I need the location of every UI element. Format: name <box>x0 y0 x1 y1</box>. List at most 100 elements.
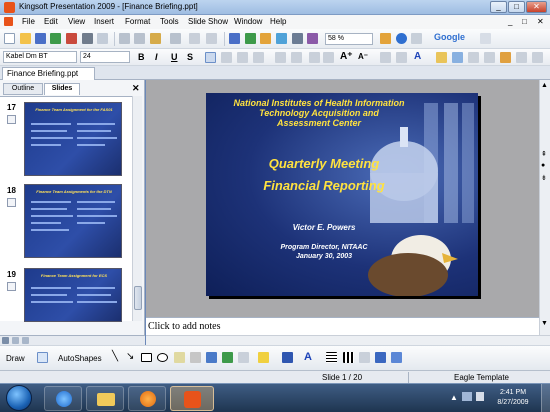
find-icon[interactable] <box>380 33 391 44</box>
line-style-icon[interactable] <box>326 352 337 363</box>
next-slide-icon[interactable]: ⇟ <box>541 174 547 182</box>
preview-icon[interactable] <box>97 33 108 44</box>
align-left-icon[interactable] <box>205 52 216 63</box>
open-icon[interactable] <box>20 33 31 44</box>
increase-font-icon[interactable]: A⁺ <box>340 51 353 62</box>
start-button[interactable] <box>6 385 32 411</box>
slide-thumbnail[interactable]: Finance Team Assignments for the DTN <box>24 184 122 258</box>
kingsoft-presentation-task[interactable] <box>170 386 214 411</box>
prev-slide-icon[interactable]: ⇞ <box>541 150 547 158</box>
thumbnail-scroll-thumb[interactable] <box>134 286 142 310</box>
animation-icon[interactable] <box>484 52 495 63</box>
menu-close-icon[interactable]: ✕ <box>537 17 544 26</box>
textbox-icon[interactable] <box>174 352 185 363</box>
numbering-icon[interactable] <box>275 52 286 63</box>
menu-minimize-icon[interactable]: _ <box>508 17 512 26</box>
autoshapes-button[interactable]: AutoShapes <box>58 354 102 363</box>
rectangle-icon[interactable] <box>141 353 152 362</box>
notes-field[interactable]: Click to add notes <box>146 317 539 335</box>
internet-explorer-icon[interactable] <box>44 386 82 411</box>
system-clock[interactable]: 2:41 PM 8/27/2009 <box>488 388 538 408</box>
insert-picture-icon[interactable] <box>276 33 287 44</box>
chart-icon[interactable] <box>260 33 271 44</box>
text-direction-icon[interactable] <box>396 52 407 63</box>
3d-style-icon[interactable] <box>391 352 402 363</box>
tab-slides[interactable]: Slides <box>44 83 80 95</box>
bold-button[interactable]: B <box>138 52 145 62</box>
document-tab[interactable]: Finance Briefing.ppt <box>2 67 95 80</box>
menu-insert[interactable]: Insert <box>94 17 114 26</box>
arrow-icon[interactable]: ↘ <box>126 351 134 362</box>
help-icon[interactable] <box>396 33 407 44</box>
align-right-icon[interactable] <box>237 52 248 63</box>
scroll-up-icon[interactable]: ▲ <box>541 82 548 89</box>
network-icon[interactable] <box>462 392 472 401</box>
redo-icon[interactable] <box>206 33 217 44</box>
font-color-icon[interactable]: A <box>414 51 421 62</box>
select-pointer-icon[interactable] <box>37 352 48 363</box>
line-color-icon[interactable] <box>282 352 293 363</box>
print-icon[interactable] <box>82 33 93 44</box>
font-select[interactable]: Kabel Dm BT <box>3 51 77 63</box>
toolbar-overflow-icon[interactable] <box>480 33 491 44</box>
wordart-icon[interactable] <box>206 352 217 363</box>
menu-window[interactable]: Window <box>234 17 262 26</box>
close-button[interactable]: ✕ <box>526 1 547 13</box>
save-as-icon[interactable] <box>50 33 61 44</box>
normal-view-icon[interactable] <box>2 337 9 344</box>
picture-icon[interactable] <box>238 352 249 363</box>
volume-icon[interactable] <box>476 392 484 401</box>
slide-thumbnail[interactable]: Finance Team Assignment for ECS <box>24 268 122 322</box>
slideshow-view-icon[interactable] <box>22 337 29 344</box>
save-icon[interactable] <box>35 33 46 44</box>
menu-restore-icon[interactable]: □ <box>522 17 527 26</box>
scroll-down-icon[interactable]: ▼ <box>541 320 548 327</box>
slide-thumbnail[interactable]: Finance Team Assignment for the FAS01 <box>24 102 122 176</box>
oval-icon[interactable] <box>157 353 168 362</box>
tab-outline[interactable]: Outline <box>3 83 43 95</box>
format-painter-icon[interactable] <box>170 33 181 44</box>
maximize-button[interactable]: □ <box>508 1 525 13</box>
current-slide[interactable]: National Institutes of Health Informatio… <box>206 93 478 296</box>
clipart-icon[interactable] <box>222 352 233 363</box>
google-search-button[interactable]: Google <box>432 32 472 44</box>
arrow-style-icon[interactable] <box>359 352 370 363</box>
thumbnail-scrollbar[interactable] <box>132 96 142 321</box>
transition-icon[interactable] <box>500 52 511 63</box>
menu-format[interactable]: Format <box>125 17 150 26</box>
cut-icon[interactable] <box>119 33 130 44</box>
decrease-font-icon[interactable]: A⁻ <box>358 52 368 61</box>
new-icon[interactable] <box>4 33 15 44</box>
menu-edit[interactable]: Edit <box>44 17 58 26</box>
horizontal-scrollbar[interactable] <box>146 335 550 345</box>
minimize-button[interactable]: _ <box>490 1 507 13</box>
menu-tools[interactable]: Tools <box>160 17 179 26</box>
tray-arrow-icon[interactable]: ▲ <box>450 393 458 402</box>
slide-layout-icon[interactable] <box>468 52 479 63</box>
fill-color-icon[interactable] <box>258 352 269 363</box>
show-grid-icon[interactable] <box>307 33 318 44</box>
slideshow-icon[interactable] <box>516 52 527 63</box>
new-slide-icon[interactable] <box>452 52 463 63</box>
dash-style-icon[interactable] <box>343 352 354 363</box>
drawing-icon[interactable] <box>292 33 303 44</box>
toolbar2-overflow-icon[interactable] <box>532 52 543 63</box>
copy-icon[interactable] <box>134 33 145 44</box>
menu-slide-show[interactable]: Slide Show <box>188 17 228 26</box>
explorer-folder-icon[interactable] <box>86 386 124 411</box>
menu-view[interactable]: View <box>68 17 85 26</box>
shadow-style-icon[interactable] <box>375 352 386 363</box>
line-icon[interactable]: ╲ <box>112 351 118 362</box>
doc-menu-icon[interactable] <box>4 17 13 26</box>
draw-menu-button[interactable]: Draw <box>6 354 25 363</box>
align-center-icon[interactable] <box>221 52 232 63</box>
decrease-indent-icon[interactable] <box>309 52 320 63</box>
undo-icon[interactable] <box>189 33 200 44</box>
pdf-icon[interactable] <box>66 33 77 44</box>
design-icon[interactable] <box>436 52 447 63</box>
options-icon[interactable] <box>411 33 422 44</box>
paste-icon[interactable] <box>150 33 161 44</box>
bullets-icon[interactable] <box>291 52 302 63</box>
menu-file[interactable]: File <box>22 17 35 26</box>
table-icon[interactable] <box>245 33 256 44</box>
